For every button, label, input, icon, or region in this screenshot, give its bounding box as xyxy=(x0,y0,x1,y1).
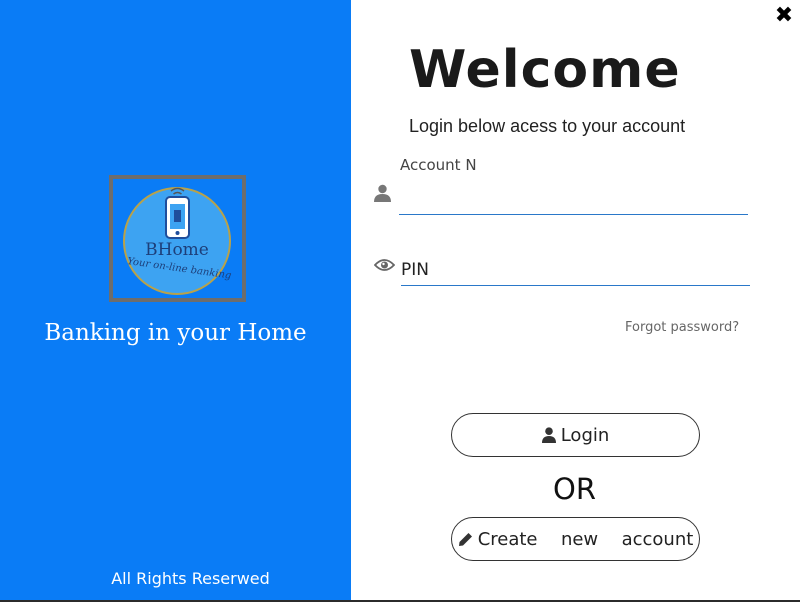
user-icon xyxy=(374,184,391,202)
account-number-input[interactable] xyxy=(399,186,748,215)
user-icon xyxy=(541,427,556,443)
login-subtitle: Login below acess to your account xyxy=(409,116,686,136)
pencil-icon xyxy=(458,532,472,546)
create-account-label: Create new account xyxy=(477,528,694,550)
brand-name: BHome xyxy=(145,240,209,260)
account-number-label: Account N xyxy=(400,156,477,174)
welcome-title: Welcome xyxy=(409,40,681,100)
login-button[interactable]: Login xyxy=(451,413,700,457)
brand-panel: BHome Your on-line banking Banking in yo… xyxy=(0,0,351,600)
login-window: BHome Your on-line banking Banking in yo… xyxy=(0,0,800,600)
forgot-password-link[interactable]: Forgot password? xyxy=(625,320,739,335)
or-separator: OR xyxy=(553,472,596,506)
copyright-footer: All Rights Reserwed xyxy=(111,569,270,588)
eye-icon[interactable] xyxy=(374,257,395,273)
bhome-logo: BHome Your on-line banking xyxy=(109,175,246,302)
tagline: Banking in your Home xyxy=(44,320,307,346)
pin-input[interactable] xyxy=(401,255,750,286)
login-button-label: Login xyxy=(560,424,610,446)
close-icon[interactable]: ✖ xyxy=(772,4,796,28)
create-account-button[interactable]: Create new account xyxy=(451,517,700,561)
